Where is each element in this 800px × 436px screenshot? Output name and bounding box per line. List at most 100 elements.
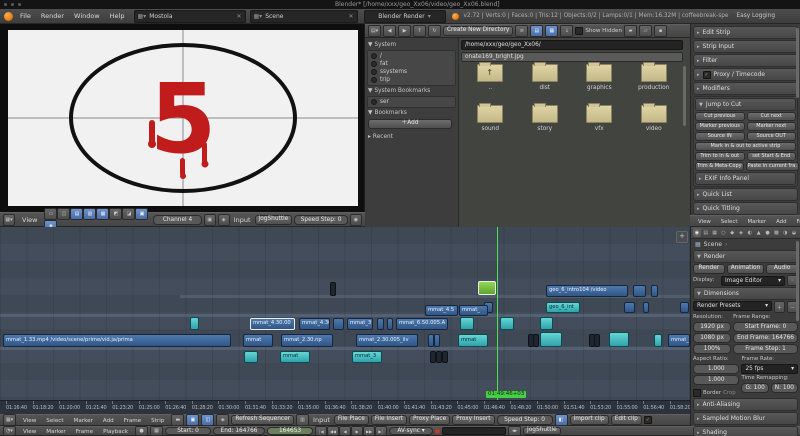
properties-scrollbar[interactable] — [796, 241, 799, 321]
strip[interactable] — [442, 351, 448, 363]
sequencer-menu-strip[interactable]: Strip — [146, 418, 169, 424]
proxy-icon[interactable]: ▥ — [296, 414, 309, 426]
start-frame-field[interactable]: Start: 0 — [165, 427, 211, 435]
system-item-[interactable]: / — [369, 52, 454, 60]
render-engine-dropdown[interactable]: Blender Render ▾ — [364, 10, 446, 23]
screen-layout-selector[interactable]: ▦▾ Mostola ✕ — [134, 10, 246, 23]
sequencer-menu-add[interactable]: Add — [98, 418, 119, 424]
window-control-dots[interactable] — [0, 1, 21, 8]
preset-add-icon[interactable]: ＋ — [774, 301, 785, 313]
system-item-trip[interactable]: trip — [369, 76, 454, 84]
display-dropdown[interactable]: Image Editor▾ — [721, 276, 785, 286]
render-layers-tab-icon[interactable]: ▤ — [702, 228, 710, 237]
folder-item-vfx[interactable]: vfx — [572, 105, 627, 132]
sequencer-menu-select[interactable]: Select — [716, 219, 743, 225]
strip-mmat_6[interactable]: mmat_6 — [668, 334, 690, 347]
strip[interactable] — [594, 334, 600, 347]
strip-geo_6_int[interactable]: geo_6_int — [546, 302, 580, 313]
strip[interactable] — [478, 281, 496, 295]
end-frame-field[interactable]: End: 164766 — [213, 427, 265, 435]
folder-item-video[interactable]: video — [627, 105, 682, 132]
strip-mmat_[interactable]: mmat_ — [459, 305, 488, 316]
image-icon[interactable]: ▣ — [204, 214, 216, 226]
folder-item-dist[interactable]: dist — [518, 64, 573, 91]
strip[interactable] — [643, 302, 649, 313]
sequencer-menu-add[interactable]: Add — [771, 219, 791, 225]
snap-icon[interactable]: ◈ — [216, 414, 229, 426]
region-expand-plus[interactable]: + — [676, 231, 688, 243]
back-icon[interactable]: ◀ — [383, 25, 396, 37]
strip-mmat_6.50.005.A[interactable]: mmat_6.50.005.A — [396, 318, 448, 330]
trim-button-0-1[interactable]: set Start & End — [747, 152, 797, 161]
view-zoom-icon[interactable]: ◫ — [57, 208, 70, 220]
editor-type-icon[interactable]: ◔▾ — [3, 426, 16, 436]
view-thumbs-icon[interactable]: ▦ — [545, 25, 558, 37]
jogshuttle-button[interactable]: JogShuttle — [523, 427, 561, 435]
add-bookmark-button[interactable]: ＋ Add — [368, 119, 452, 129]
folder-item-graphics[interactable]: graphics — [572, 64, 627, 91]
view-both-icon[interactable]: ◫ — [201, 414, 214, 426]
view-preview-icon[interactable]: ▣ — [186, 414, 199, 426]
jump-button-1-1[interactable]: Marker next — [747, 122, 797, 131]
sequencer-menu-marker[interactable]: Marker — [69, 418, 98, 424]
animation-button[interactable]: Animation — [727, 264, 765, 274]
play-button[interactable]: ▶ — [351, 426, 363, 436]
sequencer-menu-view[interactable]: View — [693, 219, 716, 225]
strip[interactable] — [377, 318, 384, 330]
histogram-icon[interactable]: ▣ — [135, 208, 148, 220]
strip[interactable] — [624, 302, 635, 313]
particles-tab-icon[interactable]: ◑ — [781, 228, 789, 237]
strip-mmat[interactable]: mmat — [458, 334, 488, 347]
import-clip-button[interactable]: Import clip — [570, 415, 609, 425]
jump-button-0-1[interactable]: Cut next — [747, 112, 797, 121]
jump-button-1-0[interactable]: Marker previous — [695, 122, 745, 131]
input-button[interactable]: Input — [232, 216, 253, 224]
folder-item-production[interactable]: production — [627, 64, 682, 91]
section-strip-input[interactable]: ▸Strip Input — [693, 40, 798, 53]
topbar-menu-window[interactable]: Window — [69, 12, 105, 20]
snap-icon[interactable]: ◈ — [218, 214, 230, 226]
current-frame-field[interactable]: 164653 — [267, 427, 313, 435]
section-quick-list[interactable]: ▸Quick List — [693, 188, 798, 201]
trim-button-1-1[interactable]: Paste in current fra. — [746, 162, 799, 171]
proxy-insert-button[interactable]: Proxy Insert — [452, 415, 494, 425]
border-checkbox[interactable] — [693, 389, 701, 397]
strip[interactable] — [533, 334, 539, 347]
timeline-menu-frame[interactable]: Frame — [71, 429, 98, 435]
editor-type-icon[interactable]: ▦▾ — [3, 414, 16, 426]
jog-field[interactable] — [442, 427, 506, 435]
sequencer-menu-marker[interactable]: Marker — [742, 219, 771, 225]
edit-clip-button[interactable]: Edit clip — [611, 415, 642, 425]
strip-mmat_3[interactable]: mmat_3 — [352, 351, 382, 363]
section-edit-strip[interactable]: ▸Edit Strip — [693, 26, 798, 39]
strip[interactable] — [633, 285, 646, 297]
section-anti-aliasing[interactable]: ▸Anti-Aliasing — [693, 398, 798, 411]
preview-menu-view[interactable]: View — [17, 216, 42, 224]
trim-button-0-0[interactable]: Trim to in & out — [695, 152, 745, 161]
remap-field-0[interactable]: G: 100 — [741, 383, 768, 393]
view-fit-icon[interactable]: ▭ — [44, 208, 57, 220]
timeline-menu-view[interactable]: View — [18, 429, 41, 435]
timeline-ruler[interactable]: 01:16:4001:18:2001:20:0001:21:4001:23:20… — [0, 400, 690, 414]
path-field[interactable]: /home/xxx/geo/geo_Xx06/ — [461, 40, 683, 50]
strip[interactable] — [190, 317, 199, 330]
topbar-menu-file[interactable]: File — [15, 12, 36, 20]
system-section[interactable]: ▼System — [368, 42, 455, 48]
strip-mmat_1.33.mp4[interactable]: mmat_1.33.mp4 /video/scene/prime/vid.ja/… — [3, 334, 231, 347]
timeline-menu-playback[interactable]: Playback — [98, 429, 133, 435]
strip[interactable] — [500, 317, 514, 330]
topbar-menu-render[interactable]: Render — [36, 12, 69, 20]
strip[interactable] — [651, 285, 658, 297]
channel-field[interactable]: Channel 4 — [153, 215, 201, 225]
frame-range-field-1[interactable]: End Frame: 164766 — [733, 333, 798, 343]
jogshuttle-button[interactable]: JogShuttle — [255, 215, 293, 225]
channel-a-icon[interactable]: ▥ — [83, 208, 96, 220]
material-tab-icon[interactable]: ● — [764, 228, 772, 237]
gamma-icon[interactable]: ◩ — [109, 208, 122, 220]
lock-checkbox[interactable] — [644, 416, 652, 424]
layers-icon[interactable]: ▦ — [150, 426, 163, 436]
sequencer-menu-frame[interactable]: Frame — [792, 219, 800, 225]
timeline-menu-marker[interactable]: Marker — [41, 429, 70, 435]
resolution-field-0[interactable]: 1920 px — [693, 322, 731, 332]
file-place-button[interactable]: File Place — [334, 415, 369, 425]
